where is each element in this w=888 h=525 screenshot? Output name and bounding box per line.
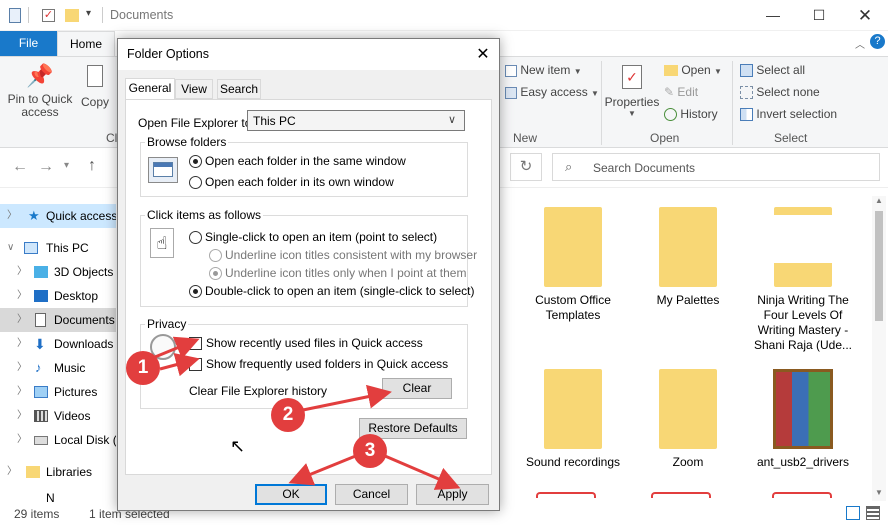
- arrow-1b: [159, 353, 200, 377]
- arrow-2: [302, 384, 392, 412]
- arrow-3a: [288, 453, 359, 486]
- annotation-arrows: [154, 336, 461, 490]
- step-badge-2: 2: [271, 398, 305, 432]
- arrow-1a: [154, 336, 200, 359]
- step-badge-3: 3: [353, 434, 387, 468]
- step-badge-1: 1: [126, 351, 160, 385]
- arrow-3b: [384, 454, 461, 490]
